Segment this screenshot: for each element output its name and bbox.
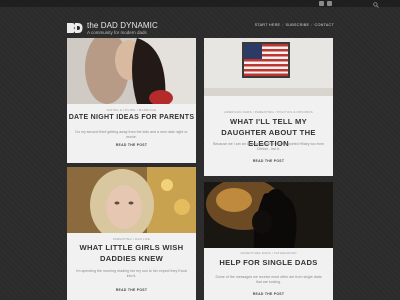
- post-image-father-child[interactable]: [204, 182, 333, 248]
- nav-start-here[interactable]: START HERE: [255, 23, 281, 27]
- nav-separator: /: [282, 23, 284, 27]
- post-meta: ADVENTURE DADS / FATHERHOOD: [240, 251, 297, 255]
- post-title[interactable]: WHAT LITTLE GIRLS WISH DADDIES KNEW: [73, 242, 190, 264]
- site-header: the DAD DYNAMIC A community for modern d…: [0, 7, 400, 37]
- post-meta: DATING & LOVING / MARRIAGE: [106, 108, 157, 112]
- post-excerpt: Do my second third getting away from the…: [75, 130, 188, 139]
- post-title[interactable]: DATE NIGHT IDEAS FOR PARENTS: [67, 114, 196, 121]
- facebook-icon[interactable]: [327, 1, 332, 6]
- read-post-link[interactable]: READ THE POST: [67, 143, 196, 147]
- post-title[interactable]: HELP FOR SINGLE DADS: [204, 258, 333, 267]
- post-card-single-dads: ADVENTURE DADS / FATHERHOOD HELP FOR SIN…: [204, 182, 333, 300]
- main-nav: START HERE / SUBSCRIBE / CONTACT: [255, 23, 334, 27]
- post-excerpt: Some of the messages we receive most oft…: [215, 275, 322, 284]
- read-post-link[interactable]: READ THE POST: [204, 292, 333, 296]
- post-image-flag[interactable]: [204, 38, 333, 96]
- nav-contact[interactable]: CONTACT: [315, 23, 334, 27]
- nav-subscribe[interactable]: SUBSCRIBE: [286, 23, 310, 27]
- twitter-icon[interactable]: [319, 1, 324, 6]
- site-tagline: A community for modern dads: [87, 30, 147, 35]
- post-meta: AMERICAN DADS / PARENTING / POLITICS & O…: [224, 110, 313, 114]
- post-meta: PARENTING / DAD LIFE: [112, 237, 151, 241]
- site-logo[interactable]: [66, 21, 83, 35]
- read-post-link[interactable]: READ THE POST: [67, 288, 196, 292]
- post-image-couple[interactable]: [67, 38, 196, 104]
- post-excerpt: I'm spending the morning reading her my …: [75, 269, 188, 278]
- nav-separator: /: [311, 23, 313, 27]
- post-excerpt: Because we I am an Obama supporter and s…: [213, 142, 324, 151]
- post-card-date-night: DATING & LOVING / MARRIAGE DATE NIGHT ID…: [67, 38, 196, 163]
- post-card-little-girls: PARENTING / DAD LIFE WHAT LITTLE GIRLS W…: [67, 167, 196, 300]
- read-post-link[interactable]: READ THE POST: [204, 159, 333, 163]
- site-name[interactable]: the DAD DYNAMIC: [87, 21, 158, 30]
- post-image-girl[interactable]: [67, 167, 196, 233]
- post-card-election: AMERICAN DADS / PARENTING / POLITICS & O…: [204, 38, 333, 176]
- top-utility-bar: [0, 0, 400, 8]
